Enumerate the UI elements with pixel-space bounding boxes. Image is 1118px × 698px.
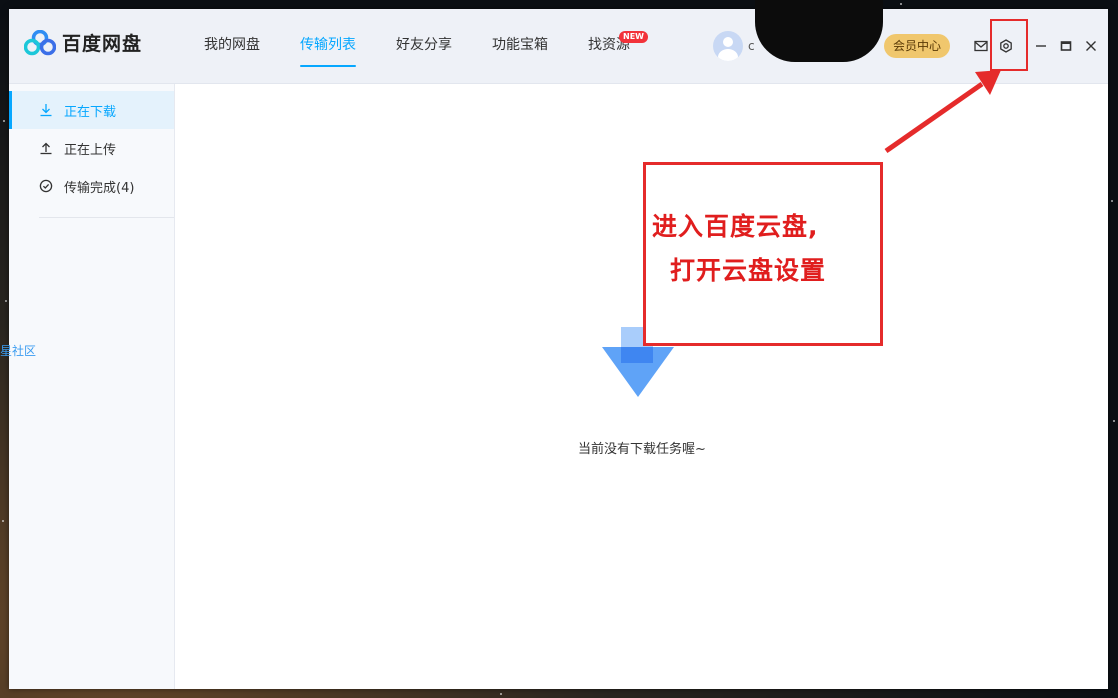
- sidebar-item-label: 传输完成(4): [64, 180, 135, 196]
- sidebar-item-completed[interactable]: 传输完成(4): [9, 167, 174, 205]
- check-circle-icon: [39, 179, 53, 193]
- nav-tab-label: 我的网盘: [204, 37, 260, 53]
- app-window: 百度网盘 我的网盘 传输列表 好友分享 功能宝箱 找资源 NEW c 会员中心: [0, 0, 1108, 689]
- sidebar: 正在下载 正在上传 传输完成(4) 星社区: [0, 84, 175, 689]
- sidebar-item-uploading[interactable]: 正在上传: [9, 129, 174, 167]
- maximize-icon[interactable]: [1056, 36, 1076, 56]
- annotation-line-2: 打开云盘设置: [670, 256, 827, 285]
- minimize-icon[interactable]: [1031, 36, 1051, 56]
- annotation-callout: 进入百度云盘, 打开云盘设置: [643, 162, 883, 346]
- nav-tab-label: 功能宝箱: [492, 37, 548, 53]
- title-bar: 百度网盘 我的网盘 传输列表 好友分享 功能宝箱 找资源 NEW c 会员中心: [9, 0, 1108, 84]
- username[interactable]: c: [748, 39, 755, 53]
- empty-state-message: 当前没有下载任务喔~: [578, 442, 706, 457]
- sidebar-item-label: 正在上传: [64, 142, 117, 158]
- avatar[interactable]: [713, 31, 743, 61]
- baidu-cloud-logo-icon: [23, 29, 57, 56]
- sidebar-divider: [39, 217, 174, 218]
- close-icon[interactable]: [1081, 36, 1101, 56]
- nav-tab-find-resources[interactable]: 找资源 NEW: [568, 9, 650, 83]
- download-icon: [39, 103, 53, 117]
- nav-tab-transfer-list[interactable]: 传输列表: [280, 9, 376, 83]
- sidebar-item-label: 正在下载: [64, 104, 117, 120]
- app-name: 百度网盘: [62, 33, 143, 55]
- nav-tab-toolbox[interactable]: 功能宝箱: [472, 9, 568, 83]
- nav-tab-label: 好友分享: [396, 37, 452, 53]
- nav-tab-friend-share[interactable]: 好友分享: [376, 9, 472, 83]
- top-nav: 我的网盘 传输列表 好友分享 功能宝箱 找资源 NEW: [184, 9, 650, 83]
- mail-icon[interactable]: [971, 36, 991, 56]
- new-badge: NEW: [619, 31, 648, 43]
- upload-icon: [39, 141, 53, 155]
- community-link[interactable]: 星社区: [0, 342, 36, 359]
- nav-tab-my-disk[interactable]: 我的网盘: [184, 9, 280, 83]
- annotation-line-1: 进入百度云盘,: [652, 212, 819, 241]
- nav-tab-label: 传输列表: [300, 37, 356, 53]
- settings-highlight-box: [990, 19, 1028, 71]
- sidebar-item-downloading[interactable]: 正在下载: [9, 91, 174, 129]
- redacted-region: [755, 0, 883, 62]
- vip-center-button[interactable]: 会员中心: [884, 34, 951, 58]
- transfer-content-area: 当前没有下载任务喔~: [175, 84, 1108, 689]
- app-logo[interactable]: 百度网盘: [23, 29, 143, 56]
